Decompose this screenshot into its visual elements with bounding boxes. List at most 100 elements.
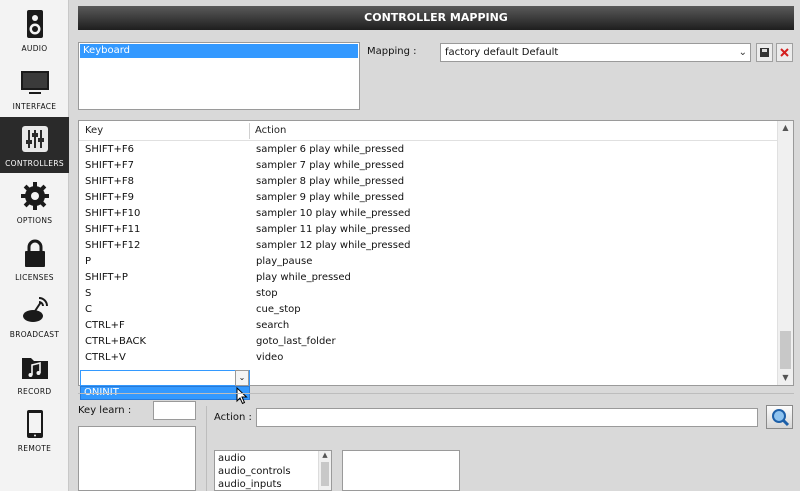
action-cell: sampler 6 play while_pressed	[256, 144, 405, 155]
action-cell: sampler 8 play while_pressed	[256, 176, 405, 187]
search-icon	[772, 409, 790, 427]
key-cell: P	[85, 256, 92, 267]
sliders-icon	[22, 126, 48, 152]
sidebar-item-label: LICENSES	[15, 273, 54, 282]
column-header-action[interactable]: Action	[255, 125, 286, 136]
scroll-up-arrow-icon[interactable]: ▲	[319, 451, 331, 459]
category-scrollbar[interactable]: ▲	[318, 451, 331, 490]
key-cell: S	[85, 288, 92, 299]
mapping-label: Mapping :	[367, 46, 417, 57]
scrollbar-thumb[interactable]	[780, 331, 791, 369]
key-cell: SHIFT+F12	[85, 240, 141, 251]
vertical-divider	[206, 406, 207, 491]
page-title: CONTROLLER MAPPING	[78, 6, 794, 30]
key-cell: SHIFT+F9	[85, 192, 134, 203]
column-divider[interactable]	[249, 123, 250, 139]
table-row[interactable]: Pplay_pause	[79, 255, 777, 271]
key-learn-input[interactable]	[153, 401, 196, 420]
action-cell: sampler 11 play while_pressed	[256, 224, 411, 235]
sidebar-item-label: AUDIO	[21, 44, 48, 53]
table-row[interactable]: SHIFT+F10 sampler 10 play while_pressed	[79, 207, 777, 223]
action-cell: video	[256, 352, 284, 363]
speaker-icon	[27, 10, 43, 38]
table-row[interactable]: Sstop	[79, 287, 777, 303]
mapping-select[interactable]: factory default Default ⌄	[440, 43, 751, 62]
music-folder-icon	[22, 358, 48, 379]
key-cell: CTRL+V	[85, 352, 126, 363]
sidebar-item-remote[interactable]: REMOTE	[0, 402, 69, 458]
sidebar-item-label: BROADCAST	[9, 330, 60, 339]
table-row[interactable]: SHIFT+F7 sampler 7 play while_pressed	[79, 159, 777, 175]
key-cell: SHIFT+F6	[85, 144, 134, 155]
save-mapping-button[interactable]	[756, 43, 773, 62]
gear-icon	[21, 182, 49, 210]
sidebar-item-options[interactable]: OPTIONS	[0, 174, 69, 230]
delete-mapping-button[interactable]	[776, 43, 793, 62]
sidebar-item-broadcast[interactable]: BROADCAST	[0, 288, 69, 344]
column-header-key[interactable]: Key	[85, 125, 103, 136]
new-key-combo[interactable]: ⌄	[80, 370, 250, 386]
key-cell: SHIFT+F11	[85, 224, 141, 235]
sidebar-item-interface[interactable]: INTERFACE	[0, 60, 69, 116]
action-cell: sampler 9 play while_pressed	[256, 192, 405, 203]
satellite-dish-icon	[23, 297, 48, 322]
sidebar-item-label: REMOTE	[17, 444, 52, 453]
action-cell: sampler 12 play while_pressed	[256, 240, 411, 251]
chevron-down-icon: ⌄	[738, 47, 747, 58]
action-cell: search	[256, 320, 290, 331]
device-list[interactable]: Keyboard	[78, 42, 360, 110]
table-row[interactable]: SHIFT+F6 sampler 6 play while_pressed	[79, 143, 777, 159]
search-button[interactable]	[766, 405, 793, 429]
chevron-down-icon[interactable]: ⌄	[235, 370, 249, 386]
list-item[interactable]: audio_inputs	[218, 479, 282, 490]
action-category-list[interactable]: audio audio_controls audio_inputs ▲	[214, 450, 332, 491]
scroll-down-arrow-icon[interactable]: ▼	[778, 371, 793, 385]
action-label: Action :	[214, 412, 252, 423]
sidebar-item-label: OPTIONS	[16, 216, 53, 225]
floppy-disk-icon	[760, 48, 769, 57]
action-cell: stop	[256, 288, 278, 299]
key-cell: SHIFT+F10	[85, 208, 141, 219]
divider	[78, 393, 794, 394]
sidebar-item-audio[interactable]: AUDIO	[0, 2, 69, 58]
key-action-table[interactable]: Key Action SHIFT+F6 sampler 6 play while_…	[78, 120, 794, 386]
scrollbar-thumb[interactable]	[321, 462, 329, 486]
key-learn-label: Key learn :	[78, 405, 132, 416]
scroll-up-arrow-icon[interactable]: ▲	[778, 121, 793, 135]
sidebar-item-controllers[interactable]: CONTROLLERS	[0, 117, 69, 173]
table-row[interactable]: SHIFT+F9 sampler 9 play while_pressed	[79, 191, 777, 207]
table-row[interactable]: Ccue_stop	[79, 303, 777, 319]
key-cell: C	[85, 304, 92, 315]
action-cell: play while_pressed	[256, 272, 351, 283]
action-input[interactable]	[256, 408, 758, 427]
sidebar-item-label: RECORD	[17, 387, 52, 396]
table-header: Key Action	[79, 121, 777, 141]
key-options-list[interactable]	[78, 426, 196, 491]
table-row[interactable]: SHIFT+P play while_pressed	[79, 271, 777, 287]
action-cell: goto_last_folder	[256, 336, 336, 347]
sidebar: AUDIO INTERFACE CONTROLLERS OPTIONS LICE…	[0, 0, 69, 491]
mapping-select-value: factory default Default	[445, 47, 559, 58]
table-row[interactable]: SHIFT+F11 sampler 11 play while_pressed	[79, 223, 777, 239]
sidebar-item-record[interactable]: RECORD	[0, 345, 69, 401]
table-row[interactable]: SHIFT+F8 sampler 8 play while_pressed	[79, 175, 777, 191]
table-row[interactable]: SHIFT+F12 sampler 12 play while_pressed	[79, 239, 777, 255]
table-row[interactable]: CTRL+V video	[79, 351, 777, 367]
key-cell: SHIFT+F7	[85, 160, 134, 171]
device-item-keyboard[interactable]: Keyboard	[80, 44, 358, 58]
sidebar-item-licenses[interactable]: LICENSES	[0, 231, 69, 287]
key-cell: CTRL+BACK	[85, 336, 147, 347]
table-scrollbar[interactable]: ▲ ▼	[777, 121, 793, 385]
sidebar-item-label: INTERFACE	[12, 102, 57, 111]
list-item[interactable]: audio	[218, 453, 246, 464]
mouse-cursor-icon	[236, 387, 248, 405]
action-cell: sampler 7 play while_pressed	[256, 160, 405, 171]
action-subcategory-list[interactable]	[342, 450, 460, 491]
sidebar-item-label: CONTROLLERS	[5, 159, 64, 168]
table-row[interactable]: CTRL+BACK goto_last_folder	[79, 335, 777, 351]
list-item[interactable]: audio_controls	[218, 466, 291, 477]
key-cell: SHIFT+P	[85, 272, 128, 283]
key-cell: SHIFT+F8	[85, 176, 134, 187]
table-row[interactable]: CTRL+F search	[79, 319, 777, 335]
action-cell: sampler 10 play while_pressed	[256, 208, 411, 219]
